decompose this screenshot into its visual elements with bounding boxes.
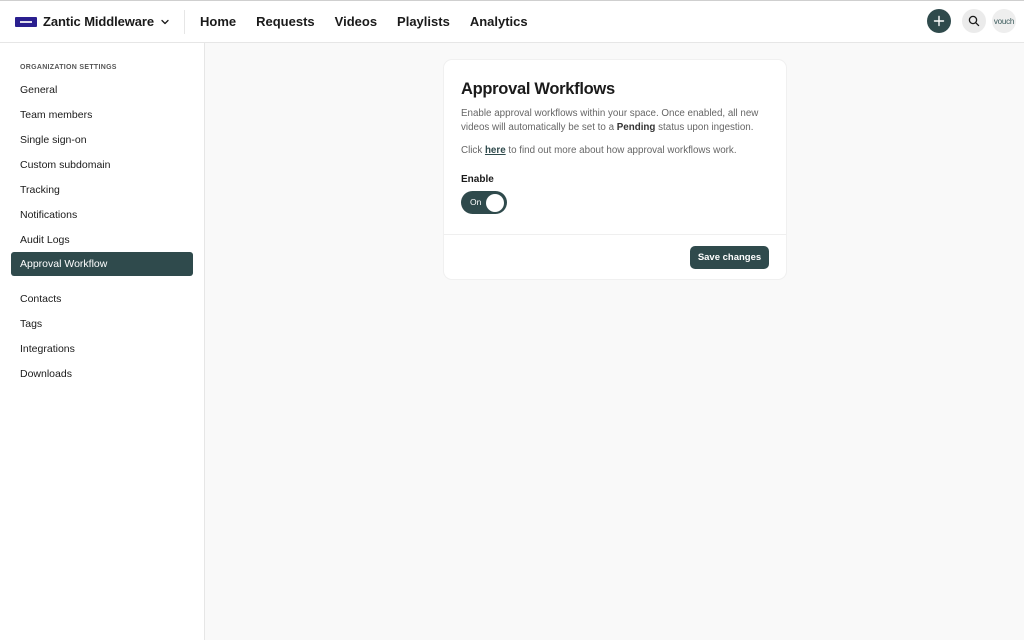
sidebar-item-tracking[interactable]: Tracking xyxy=(11,178,193,202)
settings-sidebar: ORGANIZATION SETTINGS General Team membe… xyxy=(0,43,205,640)
org-switcher[interactable]: Zantic Middleware xyxy=(0,9,185,34)
sidebar-item-tags[interactable]: Tags xyxy=(11,312,193,336)
page-title: Approval Workflows xyxy=(461,80,615,98)
desc-text-end: status upon ingestion. xyxy=(655,121,754,133)
approval-workflows-card: Approval Workflows Enable approval workf… xyxy=(444,60,786,279)
sidebar-item-single-sign-on[interactable]: Single sign-on xyxy=(11,128,193,152)
sidebar-item-notifications[interactable]: Notifications xyxy=(11,203,193,227)
plus-icon xyxy=(933,15,945,27)
toggle-knob xyxy=(486,193,504,212)
nav-videos[interactable]: Videos xyxy=(325,0,387,43)
sidebar-heading: ORGANIZATION SETTINGS xyxy=(20,64,117,71)
sidebar-item-approval-workflow[interactable]: Approval Workflow xyxy=(11,252,193,276)
top-actions: vouch xyxy=(927,9,1016,33)
top-bar: Zantic Middleware Home Requests Videos P… xyxy=(0,0,1024,43)
nav-analytics[interactable]: Analytics xyxy=(460,0,538,43)
org-name: Zantic Middleware xyxy=(43,14,154,29)
enable-toggle[interactable]: On xyxy=(461,191,507,214)
help-text-start: Click xyxy=(461,145,485,156)
sidebar-item-contacts[interactable]: Contacts xyxy=(11,287,193,311)
save-changes-button[interactable]: Save changes xyxy=(690,246,769,269)
card-divider xyxy=(444,234,786,235)
toggle-state-text: On xyxy=(470,197,482,207)
sidebar-item-team-members[interactable]: Team members xyxy=(11,103,193,127)
sidebar-item-downloads[interactable]: Downloads xyxy=(11,362,193,386)
help-text-end: to find out more about how approval work… xyxy=(505,145,737,156)
main-content: Approval Workflows Enable approval workf… xyxy=(205,43,1024,640)
sidebar-item-general[interactable]: General xyxy=(11,78,193,102)
search-button[interactable] xyxy=(962,9,986,33)
main-nav: Home Requests Videos Playlists Analytics xyxy=(190,0,538,43)
sidebar-item-audit-logs[interactable]: Audit Logs xyxy=(11,228,193,252)
enable-label: Enable xyxy=(461,174,494,185)
nav-requests[interactable]: Requests xyxy=(246,0,325,43)
org-logo-icon xyxy=(15,16,37,27)
help-link[interactable]: here xyxy=(485,145,506,156)
search-icon xyxy=(968,15,980,27)
sidebar-item-integrations[interactable]: Integrations xyxy=(11,337,193,361)
user-avatar[interactable]: vouch xyxy=(992,9,1016,33)
card-description: Enable approval workflows within your sp… xyxy=(461,107,771,134)
chevron-down-icon xyxy=(160,17,170,27)
desc-pending: Pending xyxy=(616,121,656,133)
help-text: Click here to find out more about how ap… xyxy=(461,144,771,157)
create-button[interactable] xyxy=(927,9,951,33)
nav-playlists[interactable]: Playlists xyxy=(387,0,460,43)
sidebar-item-custom-subdomain[interactable]: Custom subdomain xyxy=(11,153,193,177)
nav-home[interactable]: Home xyxy=(190,0,246,43)
